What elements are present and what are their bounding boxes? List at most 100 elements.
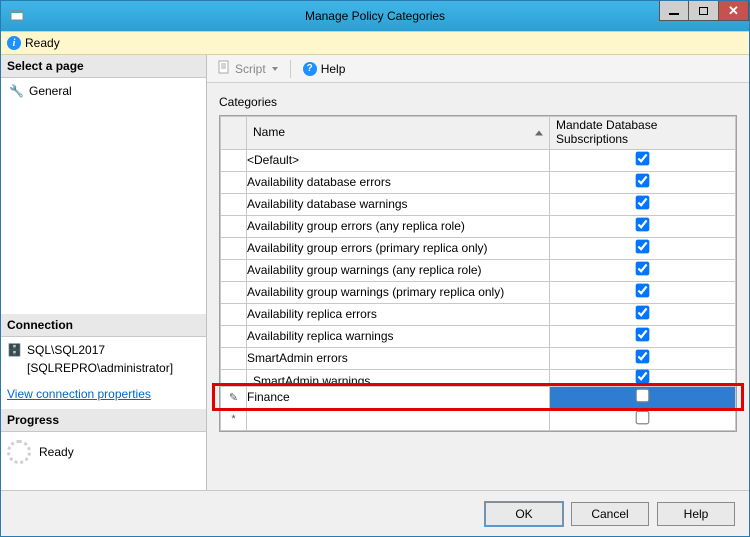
table-row[interactable]: Availability group errors (primary repli… <box>221 237 736 259</box>
name-cell[interactable]: Availability database errors <box>247 171 550 193</box>
mandate-checkbox[interactable] <box>636 389 650 403</box>
grid-caption: Categories <box>219 95 737 109</box>
left-panel: Select a page 🔧 General Connection 🗄️ SQ… <box>1 55 207 490</box>
row-header[interactable] <box>221 347 247 369</box>
mandate-cell[interactable] <box>550 386 736 408</box>
mandate-checkbox[interactable] <box>636 196 650 210</box>
column-name-label: Name <box>253 125 285 139</box>
table-row[interactable]: * <box>221 408 736 430</box>
grid-header-row: Name Mandate Database Subscriptions <box>221 117 736 150</box>
mandate-cell[interactable] <box>550 171 736 193</box>
ok-button[interactable]: OK <box>485 502 563 526</box>
table-row[interactable]: Availability group warnings (any replica… <box>221 259 736 281</box>
connection-info: 🗄️ SQL\SQL2017 [SQLREPRO\administrator] <box>1 337 206 381</box>
mandate-cell[interactable] <box>550 215 736 237</box>
page-list: 🔧 General <box>1 78 206 104</box>
name-cell[interactable]: Availability group errors (any replica r… <box>247 215 550 237</box>
grid-corner[interactable] <box>221 117 247 150</box>
mandate-checkbox[interactable] <box>636 350 650 364</box>
mandate-cell[interactable] <box>550 259 736 281</box>
mandate-checkbox[interactable] <box>636 328 650 342</box>
mandate-checkbox[interactable] <box>636 369 650 383</box>
mandate-checkbox[interactable] <box>636 284 650 298</box>
name-cell[interactable]: Availability replica errors <box>247 303 550 325</box>
column-name[interactable]: Name <box>247 117 550 150</box>
categories-grid[interactable]: Name Mandate Database Subscriptions <Def… <box>219 115 737 432</box>
table-row[interactable]: Availability group errors (any replica r… <box>221 215 736 237</box>
name-cell[interactable]: SmartAdmin errors <box>247 347 550 369</box>
mandate-checkbox[interactable] <box>636 306 650 320</box>
row-header[interactable] <box>221 149 247 171</box>
mandate-cell[interactable] <box>550 193 736 215</box>
mandate-cell[interactable] <box>550 149 736 171</box>
row-header[interactable] <box>221 237 247 259</box>
view-connection-link[interactable]: View connection properties <box>7 387 202 401</box>
row-header[interactable] <box>221 303 247 325</box>
row-header[interactable] <box>221 193 247 215</box>
wrench-icon: 🔧 <box>9 84 23 98</box>
mandate-checkbox[interactable] <box>636 152 650 166</box>
mandate-cell[interactable] <box>550 408 736 430</box>
toolbar: Script ? Help <box>207 55 749 83</box>
maximize-button[interactable] <box>689 1 719 21</box>
name-cell[interactable]: SmartAdmin warnings <box>247 369 550 386</box>
name-cell[interactable]: Finance <box>247 386 550 408</box>
name-cell[interactable]: Availability group warnings (primary rep… <box>247 281 550 303</box>
minimize-button[interactable] <box>659 1 689 21</box>
page-item-general[interactable]: 🔧 General <box>7 82 200 100</box>
mandate-checkbox[interactable] <box>636 174 650 188</box>
name-cell[interactable]: <Default> <box>247 149 550 171</box>
page-item-label: General <box>29 84 72 98</box>
name-cell[interactable]: Availability replica warnings <box>247 325 550 347</box>
right-panel: Script ? Help Categories <box>207 55 749 490</box>
select-page-header: Select a page <box>1 55 206 78</box>
mandate-cell[interactable] <box>550 325 736 347</box>
table-row[interactable]: <Default> <box>221 149 736 171</box>
status-text: Ready <box>25 36 60 50</box>
table-row[interactable]: Availability database warnings <box>221 193 736 215</box>
table-row[interactable]: Availability group warnings (primary rep… <box>221 281 736 303</box>
row-header[interactable]: ✎ <box>221 386 247 408</box>
row-header[interactable] <box>221 259 247 281</box>
row-header[interactable] <box>221 171 247 193</box>
table-row[interactable]: Availability replica warnings <box>221 325 736 347</box>
help-button[interactable]: ? Help <box>299 60 350 78</box>
table-row[interactable]: Availability replica errors <box>221 303 736 325</box>
table-row[interactable]: SmartAdmin errors <box>221 347 736 369</box>
help-footer-button[interactable]: Help <box>657 502 735 526</box>
column-mandate[interactable]: Mandate Database Subscriptions <box>550 117 736 150</box>
name-cell[interactable]: Availability group warnings (any replica… <box>247 259 550 281</box>
cancel-button[interactable]: Cancel <box>571 502 649 526</box>
mandate-cell[interactable] <box>550 347 736 369</box>
mandate-checkbox[interactable] <box>636 218 650 232</box>
mandate-cell[interactable] <box>550 237 736 259</box>
row-header[interactable] <box>221 325 247 347</box>
mandate-cell[interactable] <box>550 369 736 386</box>
script-button[interactable]: Script <box>213 58 282 79</box>
title-bar[interactable]: Manage Policy Categories ✕ <box>1 1 749 31</box>
table-row[interactable]: Availability database errors <box>221 171 736 193</box>
progress-block: Ready <box>1 432 206 472</box>
row-header[interactable] <box>221 281 247 303</box>
mandate-cell[interactable] <box>550 281 736 303</box>
mandate-cell[interactable] <box>550 303 736 325</box>
name-cell[interactable] <box>247 408 550 430</box>
mandate-checkbox[interactable] <box>636 240 650 254</box>
script-label: Script <box>235 62 266 76</box>
mandate-checkbox[interactable] <box>636 262 650 276</box>
row-header[interactable] <box>221 369 247 386</box>
row-header[interactable] <box>221 215 247 237</box>
row-header[interactable]: * <box>221 408 247 430</box>
progress-header: Progress <box>1 409 206 432</box>
mandate-checkbox[interactable] <box>636 411 650 425</box>
table-row[interactable]: ✎Finance <box>221 386 736 408</box>
dialog-footer: OK Cancel Help <box>1 490 749 536</box>
dialog-window: Manage Policy Categories ✕ i Ready Selec… <box>0 0 750 537</box>
help-icon: ? <box>303 62 317 76</box>
name-cell[interactable]: Availability database warnings <box>247 193 550 215</box>
window-title: Manage Policy Categories <box>1 9 749 23</box>
name-cell[interactable]: Availability group errors (primary repli… <box>247 237 550 259</box>
progress-status: Ready <box>39 445 74 459</box>
table-row[interactable]: SmartAdmin warnings <box>221 369 736 386</box>
close-button[interactable]: ✕ <box>719 1 749 21</box>
